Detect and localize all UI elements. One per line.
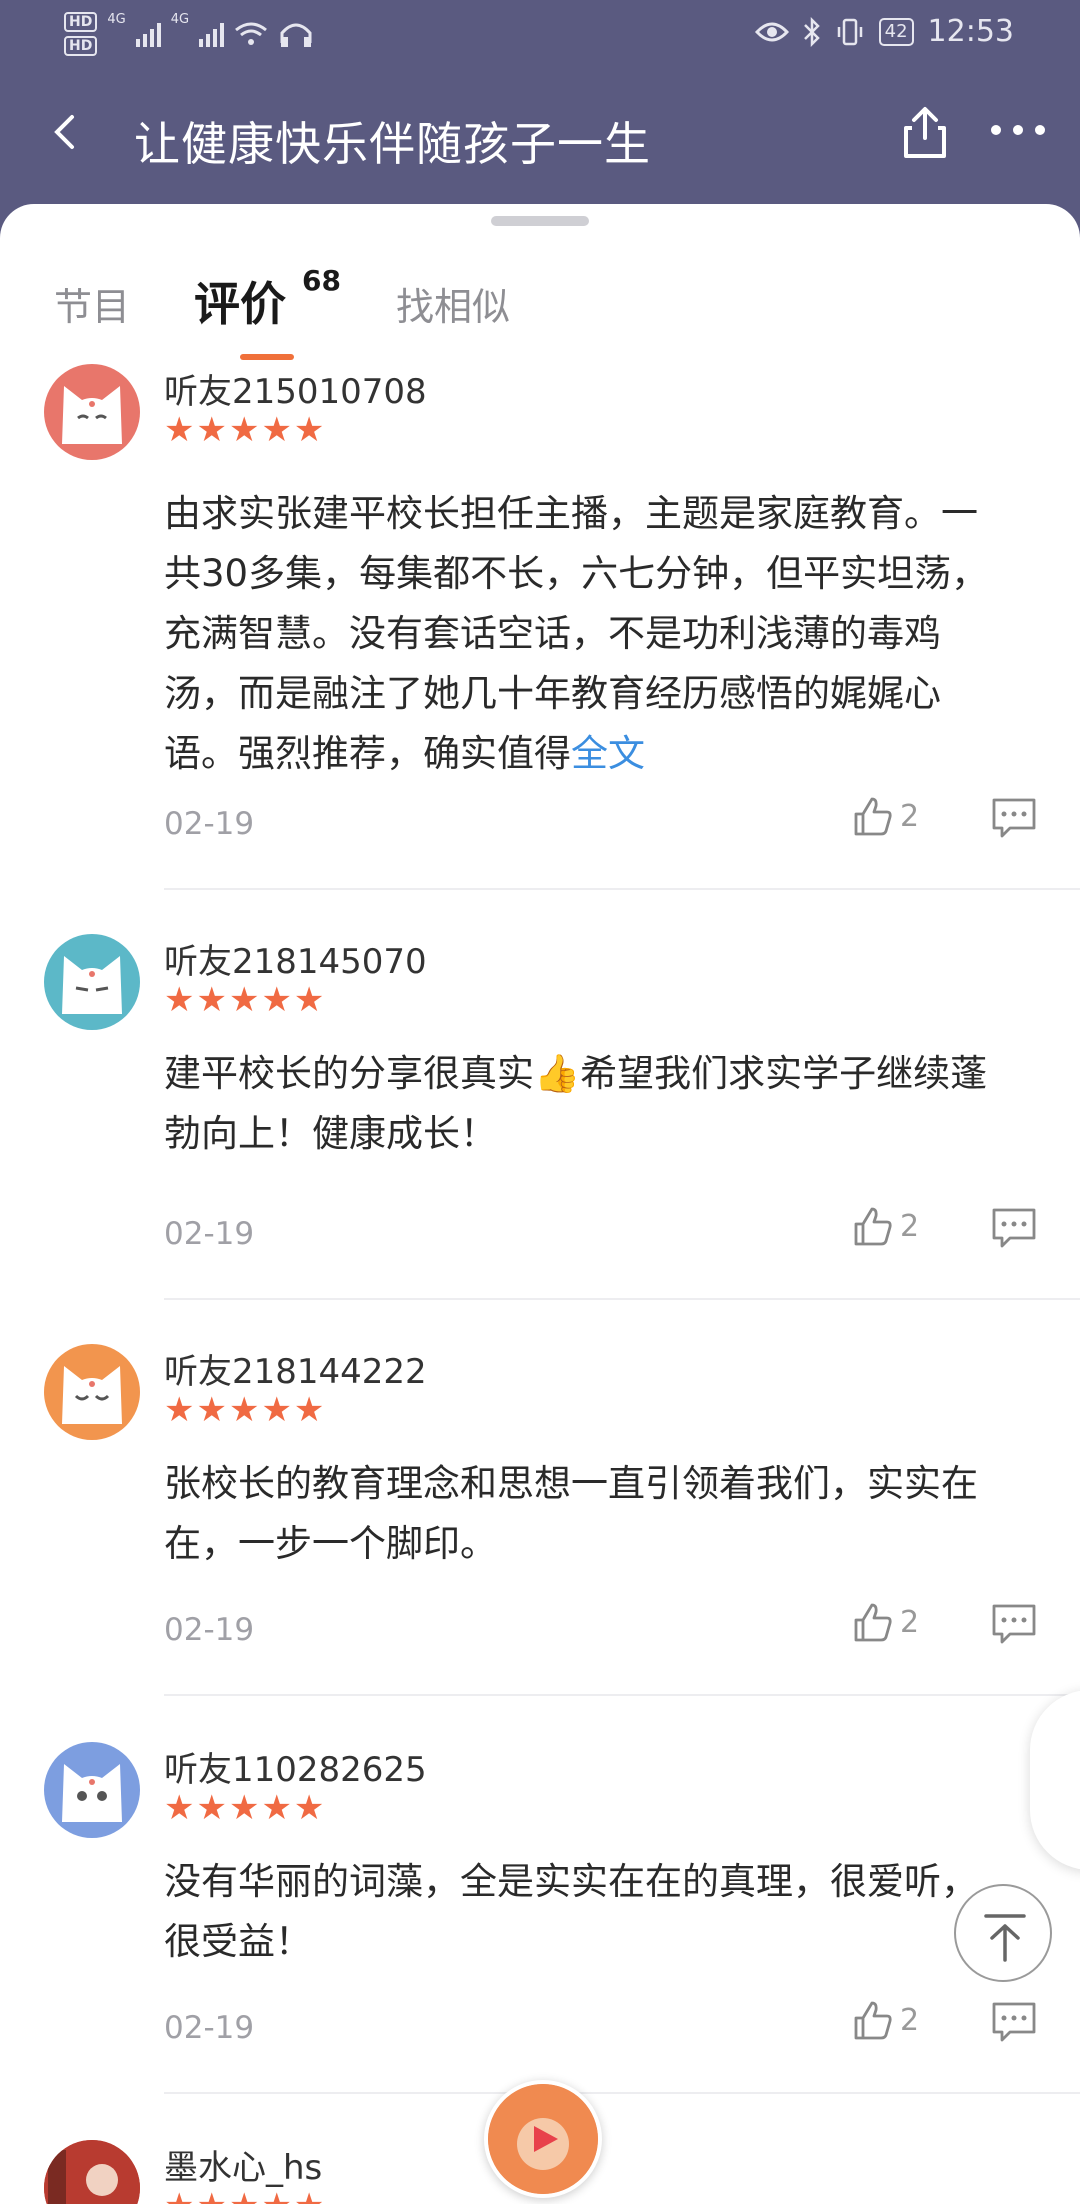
sheet-drag-handle[interactable] <box>491 216 589 226</box>
comment-icon[interactable] <box>990 2000 1038 2044</box>
reviews-count-badge: 68 <box>302 264 341 297</box>
like-count: 2 <box>900 1208 920 1244</box>
rating-stars: ★★★★★ <box>164 410 327 450</box>
thumbs-up-icon <box>854 2001 892 2040</box>
rating-stars: ★★★★★ <box>164 1788 327 1828</box>
review-username[interactable]: 听友215010708 <box>164 364 427 413</box>
like-button[interactable]: 2 <box>850 1600 919 1644</box>
hd-indicators: HD HD <box>64 12 98 56</box>
reviews-sheet: 节目 评价 68 找相似 听友215010708 ★★★★★ 由求实张建平校长担… <box>0 204 1080 2204</box>
review-username[interactable]: 听友218144222 <box>164 1344 427 1393</box>
review-content: 由求实张建平校长担任主播，主题是家庭教育。一共30多集，每集都不长，六七分钟，但… <box>164 484 1004 784</box>
signal-icon <box>199 21 225 47</box>
tab-active-indicator <box>240 354 294 360</box>
divider <box>164 1694 1080 1696</box>
clock: 12:53 <box>927 14 1014 49</box>
page-title: 让健康快乐伴随孩子一生 <box>134 117 651 171</box>
rating-stars: ★★★★★ <box>164 980 327 1020</box>
review-username[interactable]: 墨水心_hs <box>164 2140 322 2189</box>
like-button[interactable]: 2 <box>850 1204 919 1248</box>
status-bar: HD HD 4G 4G 42 12:53 <box>0 0 1080 70</box>
chevron-left-icon[interactable] <box>48 114 84 150</box>
like-button[interactable]: 2 <box>850 794 919 838</box>
headphones-icon <box>280 23 312 47</box>
divider <box>164 888 1080 890</box>
tab-bar: 节目 评价 68 找相似 <box>0 264 1080 364</box>
vibrate-icon <box>837 18 862 45</box>
thumbs-up-icon <box>854 797 892 836</box>
review-date: 02-19 <box>164 2010 255 2046</box>
cat-avatar-icon <box>62 1366 122 1424</box>
like-count: 2 <box>900 1604 920 1640</box>
mini-player-button[interactable] <box>484 2080 602 2198</box>
divider <box>164 1298 1080 1300</box>
full-text-link[interactable]: 全文 <box>571 732 645 775</box>
photo-avatar-icon <box>44 2140 140 2204</box>
battery-indicator: 42 <box>878 17 914 46</box>
network-type-label: 4G <box>107 12 126 27</box>
review-username[interactable]: 听友218145070 <box>164 934 427 983</box>
wifi-icon <box>235 22 267 45</box>
comment-icon[interactable] <box>990 1206 1038 1250</box>
review-text: 没有华丽的词藻，全是实实在在的真理，很爱听，很受益！ <box>164 1860 978 1963</box>
signal-icon <box>135 21 161 47</box>
status-right: 42 12:53 <box>754 14 1014 49</box>
thumbs-up-icon <box>854 1207 892 1246</box>
review-text: 张校长的教育理念和思想一直引领着我们，实实在在，一步一个脚印。 <box>164 1462 978 1565</box>
avatar[interactable] <box>44 2140 140 2204</box>
divider <box>164 2092 1080 2094</box>
tab-programs[interactable]: 节目 <box>54 276 130 331</box>
avatar[interactable] <box>44 934 140 1030</box>
rating-stars: ★★★★★ <box>164 1390 327 1430</box>
nav-bar: 让健康快乐伴随孩子一生 <box>0 70 1080 200</box>
eye-icon <box>754 22 789 41</box>
network-type-label: 4G <box>170 12 190 27</box>
review-date: 02-19 <box>164 806 255 842</box>
avatar[interactable] <box>44 1742 140 1838</box>
scroll-to-top-button[interactable] <box>954 1884 1052 1982</box>
like-count: 2 <box>900 2002 920 2038</box>
thumbs-up-icon <box>854 1603 892 1642</box>
comment-icon[interactable] <box>990 1602 1038 1646</box>
arrow-up-icon <box>984 1914 1026 1962</box>
hd-badge: HD <box>64 36 98 56</box>
tab-reviews[interactable]: 评价 <box>194 268 286 334</box>
review-text: 建平校长的分享很真实👍希望我们求实学子继续蓬勃向上！健康成长！ <box>164 1052 988 1155</box>
cat-avatar-icon <box>62 386 122 444</box>
status-left: HD HD 4G 4G <box>64 12 314 56</box>
more-dots-icon[interactable] <box>990 122 1046 138</box>
bluetooth-icon <box>803 16 820 47</box>
review-date: 02-19 <box>164 1216 255 1252</box>
play-icon <box>488 2084 598 2194</box>
like-button[interactable]: 2 <box>850 1998 919 2042</box>
share-icon[interactable] <box>900 106 950 160</box>
cat-avatar-icon <box>62 1764 122 1822</box>
hd-badge: HD <box>64 12 98 32</box>
avatar[interactable] <box>44 364 140 460</box>
comment-icon[interactable] <box>990 796 1038 840</box>
cat-avatar-icon <box>62 956 122 1014</box>
review-username[interactable]: 听友110282625 <box>164 1742 427 1791</box>
like-count: 2 <box>900 798 920 834</box>
tab-similar[interactable]: 找相似 <box>396 276 510 331</box>
rating-stars: ★★★★★ <box>164 2186 326 2204</box>
review-date: 02-19 <box>164 1612 255 1648</box>
avatar[interactable] <box>44 1344 140 1440</box>
